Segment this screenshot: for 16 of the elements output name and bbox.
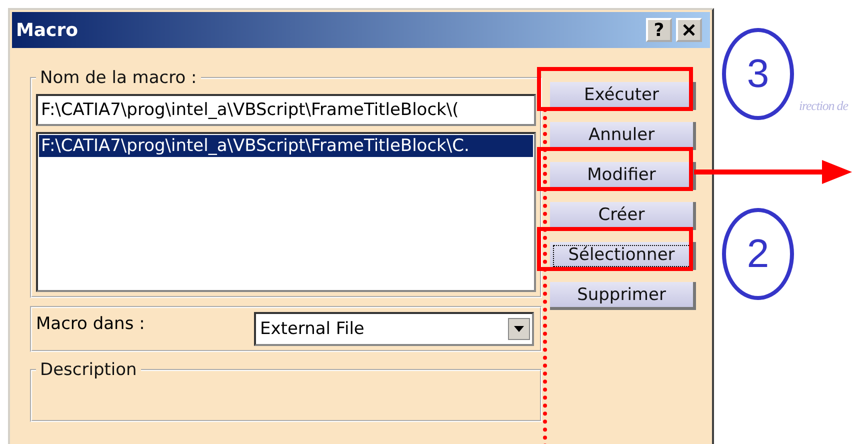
close-button[interactable] (676, 18, 702, 42)
close-icon (682, 24, 696, 36)
background-text: irection de (799, 98, 848, 114)
help-button[interactable]: ? (646, 18, 672, 42)
dialog-button[interactable]: Créer (550, 202, 696, 230)
group-label: Nom de la macro : (39, 68, 198, 88)
macro-list-item[interactable]: F:\CATIA7\prog\intel_a\VBScript\FrameTitleBlock\C. (39, 135, 533, 157)
dialog-button[interactable]: Annuler (550, 122, 696, 150)
group-label: Description (39, 360, 138, 380)
location-dropdown[interactable]: External File (254, 312, 534, 346)
dialog-button[interactable]: Supprimer (550, 282, 696, 310)
window-title: Macro (16, 20, 79, 40)
step-number-circle: 2 (722, 208, 794, 300)
step-number-circle: 3 (722, 28, 794, 120)
location-label: Macro dans : (36, 314, 145, 334)
macro-name-field[interactable]: F:\CATIA7\prog\intel_a\VBScript\FrameTitleBlock\( (36, 94, 536, 126)
